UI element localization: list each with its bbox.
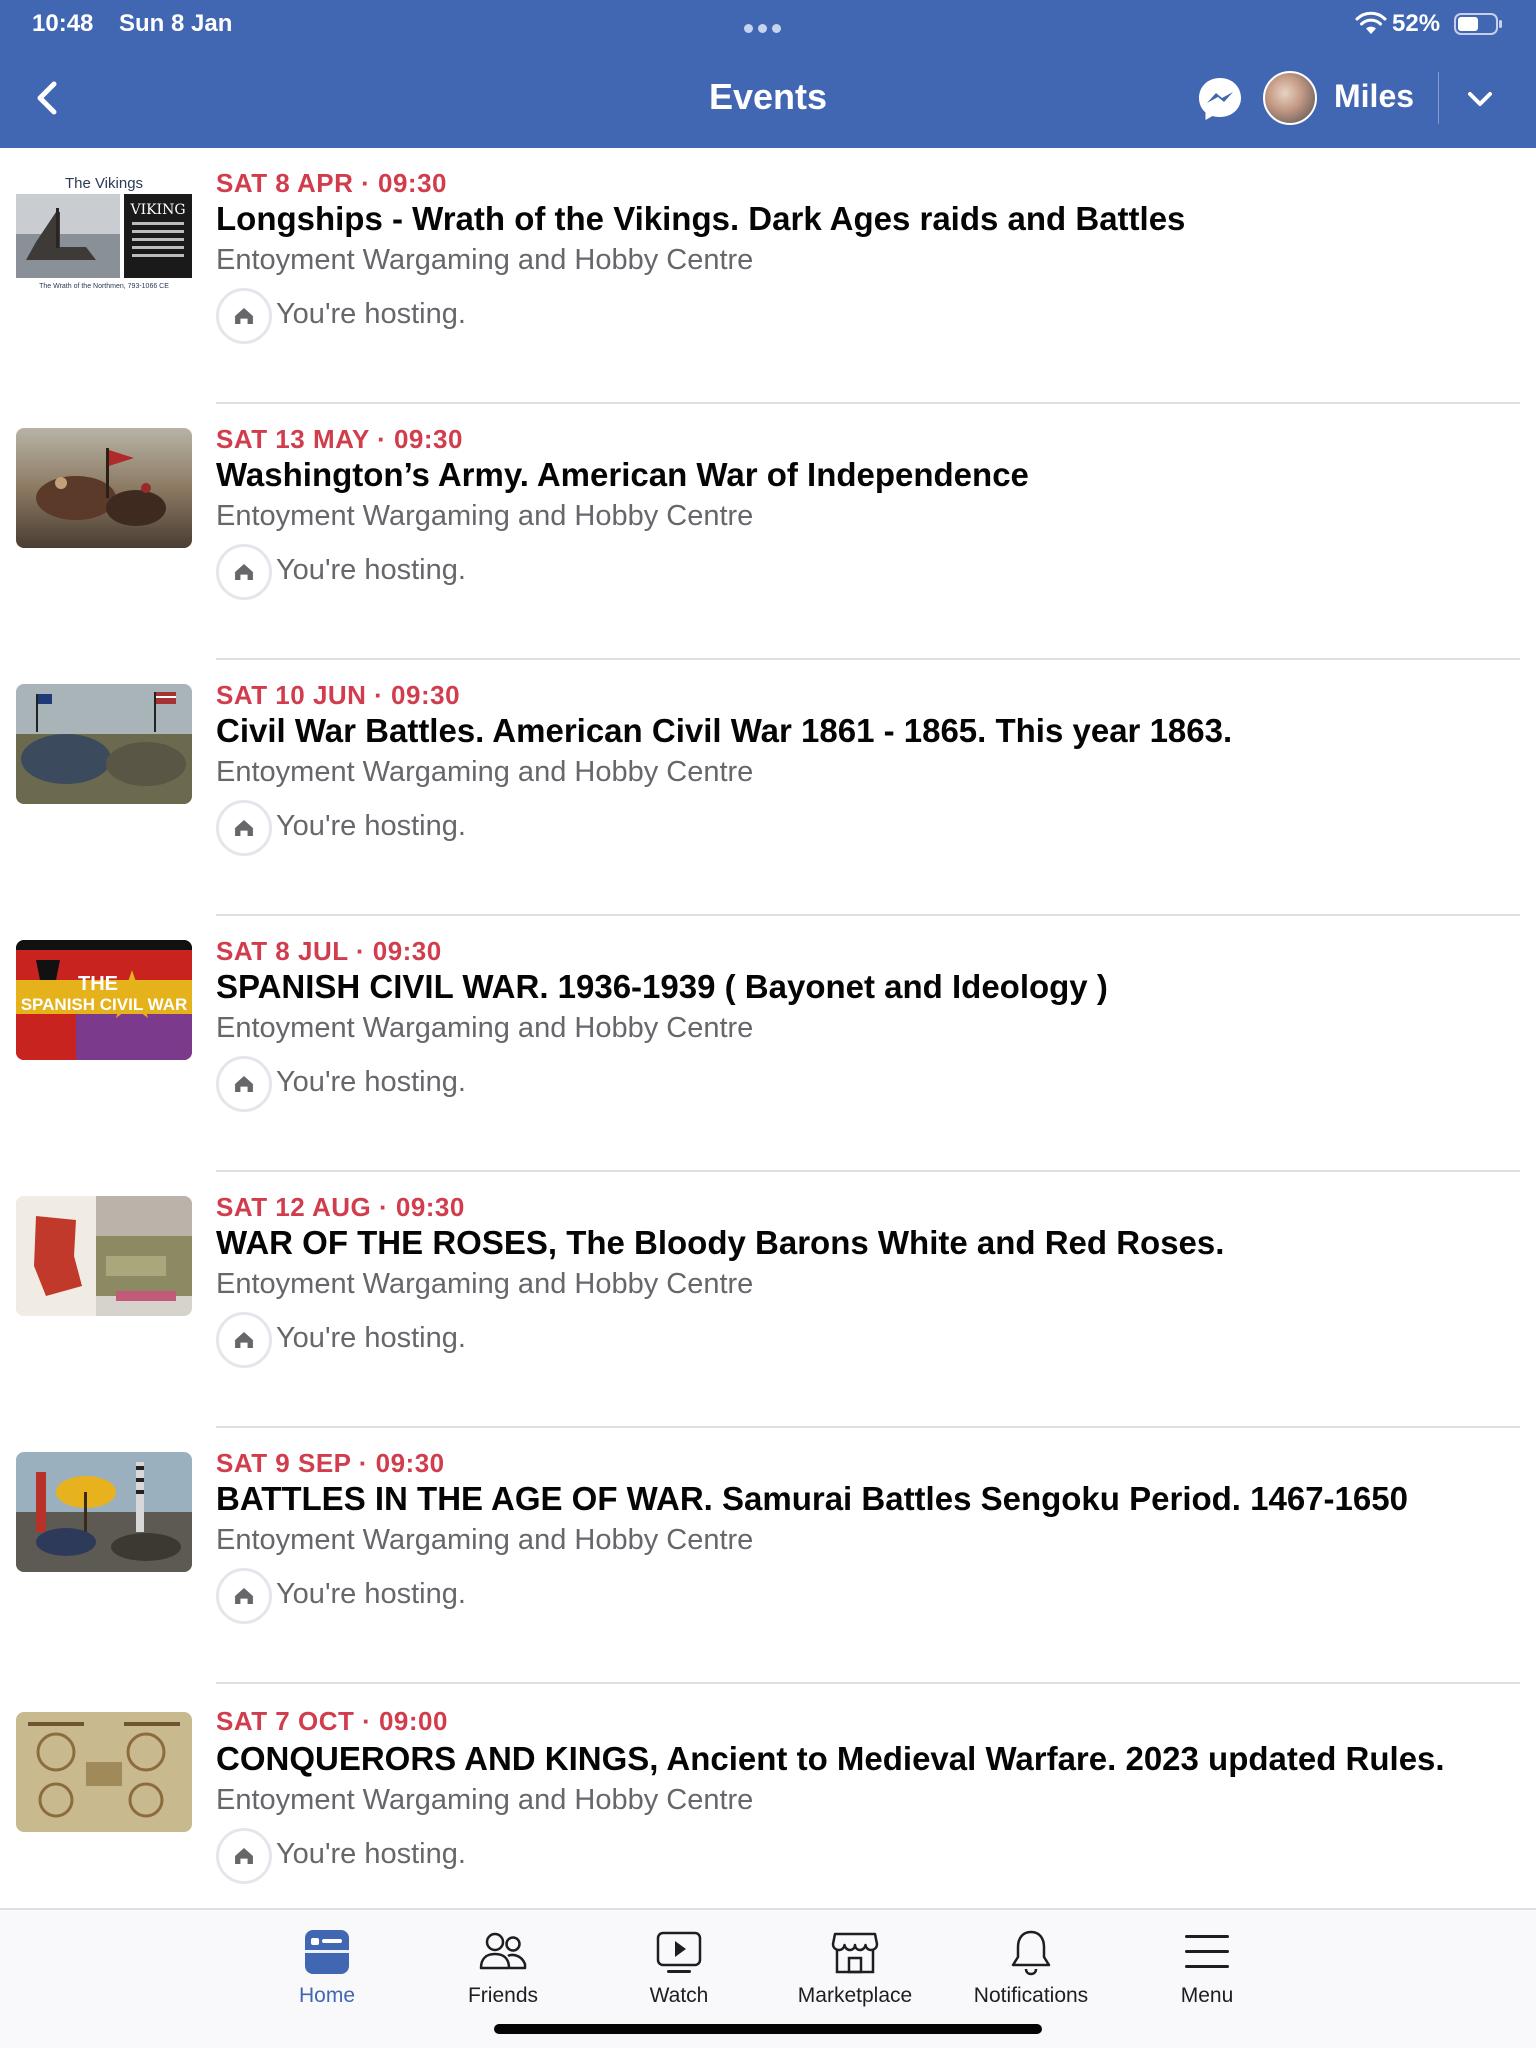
event-title[interactable]: Washington’s Army. American War of Indep… [216,456,1029,494]
event-item[interactable]: THE SPANISH CIVIL WAR SAT 8 JUL · 09:30 … [0,916,1536,1172]
event-title[interactable]: SPANISH CIVIL WAR. 1936-1939 ( Bayonet a… [216,968,1108,1006]
tab-watch[interactable]: Watch [591,1926,767,2016]
bell-icon [1011,1930,1051,1976]
thumb-caption-bottom: The Wrath of the Northmen, 793-1066 CE [39,283,169,290]
event-item[interactable]: The Vikings VIKING The Wrath of the Nort… [0,148,1536,404]
event-venue: Entoyment Wargaming and Hobby Centre [216,1268,754,1300]
thumb-caption-top: The Vikings [65,175,143,192]
marketplace-icon [831,1932,879,1974]
thumb-caption-side: VIKING [129,202,185,218]
event-thumbnail-conquerors [16,1712,192,1832]
event-item[interactable]: SAT 9 SEP · 09:30 BATTLES IN THE AGE OF … [0,1428,1536,1684]
status-time: 10:48 [32,10,94,37]
tab-label: Home [298,1984,356,2007]
status-date: Sun 8 Jan [119,10,233,37]
tab-label: Menu [1180,1984,1234,2007]
event-thumbnail-spanish-civil-war: THE SPANISH CIVIL WAR [16,940,192,1060]
host-home-icon [216,800,272,856]
event-thumbnail-war-of-roses [16,1196,192,1316]
user-avatar[interactable] [1263,71,1317,125]
event-venue: Entoyment Wargaming and Hobby Centre [216,500,754,532]
host-home-icon [216,1312,272,1368]
event-date: SAT 8 APR · 09:30 [216,168,448,198]
host-status: You're hosting. [276,1322,466,1354]
wifi-icon [1355,11,1387,34]
thumb-line2: SPANISH CIVIL WAR [21,995,188,1014]
event-date: SAT 9 SEP · 09:30 [216,1448,445,1478]
event-title[interactable]: BATTLES IN THE AGE OF WAR. Samurai Battl… [216,1480,1408,1518]
host-status: You're hosting. [276,1838,466,1870]
event-date: SAT 8 JUL · 09:30 [216,936,442,966]
host-status: You're hosting. [276,810,466,842]
tab-home[interactable]: Home [239,1926,415,2016]
event-title[interactable]: CONQUERORS AND KINGS, Ancient to Medieva… [216,1740,1445,1778]
nav-divider [1438,72,1439,124]
event-item[interactable]: SAT 10 JUN · 09:30 Civil War Battles. Am… [0,660,1536,916]
event-venue: Entoyment Wargaming and Hobby Centre [216,1524,754,1556]
status-bar: 10:48 Sun 8 Jan 52% [0,0,1536,48]
nav-bar: Events Miles [0,48,1536,148]
event-thumbnail-washington [16,428,192,548]
tab-label: Marketplace [797,1984,913,2007]
event-item[interactable]: SAT 13 MAY · 09:30 Washington’s Army. Am… [0,404,1536,660]
chevron-down-icon[interactable] [1462,84,1498,114]
battery-icon [1454,13,1502,35]
user-name[interactable]: Miles [1334,78,1414,115]
friends-icon [479,1932,527,1970]
host-home-icon [216,1828,272,1884]
event-item[interactable]: SAT 7 OCT · 09:00 CONQUERORS AND KINGS, … [0,1684,1536,1916]
home-icon [305,1930,349,1974]
host-home-icon [216,1568,272,1624]
host-home-icon [216,1056,272,1112]
tab-friends[interactable]: Friends [415,1926,591,2016]
event-title[interactable]: Longships - Wrath of the Vikings. Dark A… [216,200,1185,238]
menu-icon [1185,1935,1229,1968]
event-venue: Entoyment Wargaming and Hobby Centre [216,1784,754,1816]
event-venue: Entoyment Wargaming and Hobby Centre [216,756,754,788]
event-title[interactable]: WAR OF THE ROSES, The Bloody Barons Whit… [216,1224,1224,1262]
watch-icon [656,1931,702,1973]
host-status: You're hosting. [276,554,466,586]
multitasking-dots-icon[interactable] [744,20,792,33]
host-status: You're hosting. [276,1578,466,1610]
event-thumbnail-vikings: The Vikings VIKING The Wrath of the Nort… [16,172,192,292]
event-date: SAT 12 AUG · 09:30 [216,1192,465,1222]
event-title[interactable]: Civil War Battles. American Civil War 18… [216,712,1232,750]
tab-label: Friends [467,1984,539,2007]
event-venue: Entoyment Wargaming and Hobby Centre [216,1012,754,1044]
event-item[interactable]: SAT 12 AUG · 09:30 WAR OF THE ROSES, The… [0,1172,1536,1428]
event-thumbnail-samurai [16,1452,192,1572]
battery-percentage: 52% [1392,10,1441,37]
tab-notifications[interactable]: Notifications [943,1926,1119,2016]
home-indicator[interactable] [494,2024,1042,2034]
app-header: 10:48 Sun 8 Jan 52% Events Miles [0,0,1536,148]
event-date: SAT 7 OCT · 09:00 [216,1706,448,1736]
thumb-line1: THE [78,973,118,995]
tab-marketplace[interactable]: Marketplace [767,1926,943,2016]
tab-label: Notifications [973,1984,1089,2007]
messenger-icon[interactable] [1196,75,1244,123]
event-thumbnail-civil-war [16,684,192,804]
host-status: You're hosting. [276,1066,466,1098]
event-venue: Entoyment Wargaming and Hobby Centre [216,244,754,276]
tab-label: Watch [649,1984,709,2007]
host-home-icon [216,544,272,600]
host-home-icon [216,288,272,344]
event-date: SAT 13 MAY · 09:30 [216,424,463,454]
event-date: SAT 10 JUN · 09:30 [216,680,461,710]
host-status: You're hosting. [276,298,466,330]
tab-menu[interactable]: Menu [1119,1926,1295,2016]
